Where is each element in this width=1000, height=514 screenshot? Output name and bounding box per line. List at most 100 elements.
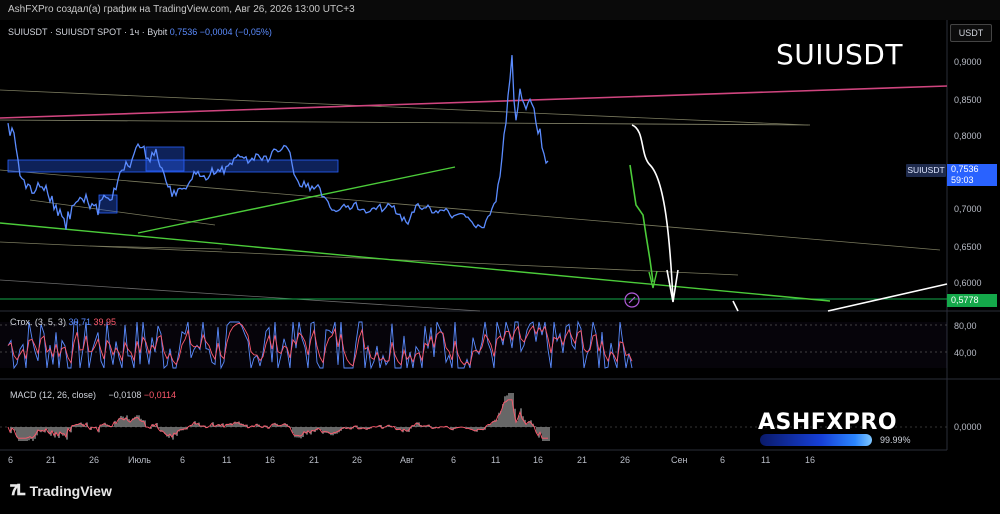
channel-line-lower[interactable] <box>0 241 739 276</box>
macd-bar <box>544 427 546 441</box>
time-tick: 6 <box>451 455 456 465</box>
footer <box>0 470 1000 514</box>
green-projection-path[interactable] <box>629 164 654 283</box>
time-tick: 11 <box>222 455 231 465</box>
time-tick: 16 <box>805 455 815 465</box>
macd-bar <box>300 427 302 439</box>
projection-drawings[interactable] <box>624 124 948 312</box>
chart-panel[interactable]: 0,9000 0,8500 0,8000 0,7000 0,6500 0,600… <box>0 20 1000 470</box>
time-tick: 16 <box>265 455 275 465</box>
macd-bar <box>296 427 298 438</box>
publish-info: AshFXPro создал(а) график на TradingView… <box>8 4 355 15</box>
drawing-tools[interactable] <box>0 85 948 312</box>
macd-bar <box>504 396 506 427</box>
price-axis[interactable]: 0,9000 0,8500 0,8000 0,7000 0,6500 0,600… <box>954 57 982 432</box>
stoch-name: Стох. (3, 5, 3) <box>10 317 66 327</box>
macd-bar <box>120 415 122 427</box>
macd-bar <box>24 427 26 441</box>
macd-bar <box>542 427 544 441</box>
macd-histogram[interactable] <box>10 393 550 441</box>
macd-bar <box>336 427 338 434</box>
price-tick: 0,8500 <box>954 95 982 105</box>
stoch-k-value: 30,71 <box>68 317 91 327</box>
magenta-resistance-line[interactable] <box>0 85 948 119</box>
stoch-tick: 80,00 <box>954 321 977 331</box>
symbol-info: SUIUSDT · SUIUSDT SPOT · 1ч · Bybit <box>8 27 168 37</box>
current-price-tag: 0,7536 59:03 <box>947 164 997 186</box>
price-tick: 0,9000 <box>954 57 982 67</box>
channel-line-middle[interactable] <box>0 169 941 251</box>
macd-signal-value: −0,0114 <box>143 390 176 400</box>
time-tick: 26 <box>89 455 99 465</box>
brand-progress-bar <box>760 434 872 446</box>
macd-bar <box>548 427 550 441</box>
time-tick: 11 <box>491 455 500 465</box>
price-tick: 0,7000 <box>954 204 982 214</box>
green-trendline-lower[interactable] <box>0 222 831 302</box>
macd-legend[interactable]: MACD (12, 26, close) −0,0108 −0,0114 <box>10 390 176 400</box>
zone-box-1[interactable] <box>145 146 185 172</box>
macd-bar <box>22 427 24 441</box>
macd-bar <box>18 427 20 441</box>
time-tick: 26 <box>620 455 630 465</box>
time-tick: 26 <box>352 455 362 465</box>
white-path-dip[interactable] <box>732 300 739 312</box>
macd-name: MACD (12, 26, close) <box>10 390 97 400</box>
stoch-d-value: 39,95 <box>93 317 117 327</box>
publish-info-bar: AshFXPro создал(а) график на TradingView… <box>0 0 1000 20</box>
current-price: 0,7536 <box>951 164 979 174</box>
time-tick: 6 <box>180 455 185 465</box>
macd-bar <box>20 427 22 441</box>
price-tick: 0,6500 <box>954 242 982 252</box>
horizontal-line-top[interactable] <box>0 119 811 126</box>
macd-bar <box>546 427 548 441</box>
support-line-flat[interactable] <box>89 245 223 250</box>
macd-value: −0,0108 <box>108 390 142 400</box>
tradingview-logo-text: TradingView <box>29 482 112 499</box>
tradingview-logo[interactable]: 𝟕𝐋 TradingView <box>10 482 112 499</box>
time-tick: 21 <box>309 455 319 465</box>
price-tick: 0,8000 <box>954 131 982 141</box>
tradingview-logo-icon: 𝟕𝐋 <box>10 482 26 499</box>
chart-canvas[interactable]: 0,9000 0,8500 0,8000 0,7000 0,6500 0,600… <box>0 20 1000 470</box>
macd-bar <box>136 415 138 427</box>
macd-bar <box>126 415 128 427</box>
macd-bar <box>138 415 140 427</box>
symbol-price-tag: SUIUSDT <box>906 164 946 177</box>
time-axis[interactable]: 6 21 26 Июль 6 11 16 21 26 Авг 6 11 16 2… <box>8 455 815 465</box>
channel-line-bottom[interactable] <box>0 279 481 312</box>
time-tick: Авг <box>400 455 415 465</box>
bar-countdown: 59:03 <box>951 175 974 185</box>
macd-bar <box>32 427 34 441</box>
stoch-tick: 40,00 <box>954 348 977 358</box>
macd-bar <box>332 427 334 436</box>
time-tick: Июль <box>128 455 151 465</box>
time-tick: 21 <box>46 455 56 465</box>
event-marker-glyph <box>628 296 636 304</box>
macd-bar <box>122 416 124 427</box>
stoch-band <box>0 322 947 368</box>
macd-tick: 0,0000 <box>954 422 982 432</box>
time-tick: 11 <box>761 455 770 465</box>
symbol-legend[interactable]: SUIUSDT · SUIUSDT SPOT · 1ч · Bybit 0,75… <box>8 27 272 37</box>
macd-bar <box>508 393 510 427</box>
stoch-legend[interactable]: Стох. (3, 5, 3) 30,71 39,95 <box>10 317 116 327</box>
macd-signal-line[interactable] <box>7 399 548 439</box>
time-tick: 16 <box>533 455 543 465</box>
white-path-rise[interactable] <box>827 283 948 312</box>
macd-bar <box>510 393 512 427</box>
macd-bar <box>26 427 28 441</box>
time-tick: 6 <box>8 455 13 465</box>
symbol-watermark: SUIUSDT <box>776 38 903 71</box>
brand-percent: 99.99% <box>880 435 911 445</box>
time-tick: 6 <box>720 455 725 465</box>
last-price: 0,7536 <box>169 27 198 37</box>
price-tick: 0,6000 <box>954 278 982 288</box>
currency-button[interactable]: USDT <box>950 24 992 42</box>
macd-bar <box>28 427 30 441</box>
time-tick: 21 <box>577 455 587 465</box>
macd-bar <box>168 427 170 438</box>
brand-name: ASHFXPRO <box>758 410 898 435</box>
price-change: −0,0004 (−0,05%) <box>199 27 272 37</box>
time-tick: Сен <box>671 455 688 465</box>
